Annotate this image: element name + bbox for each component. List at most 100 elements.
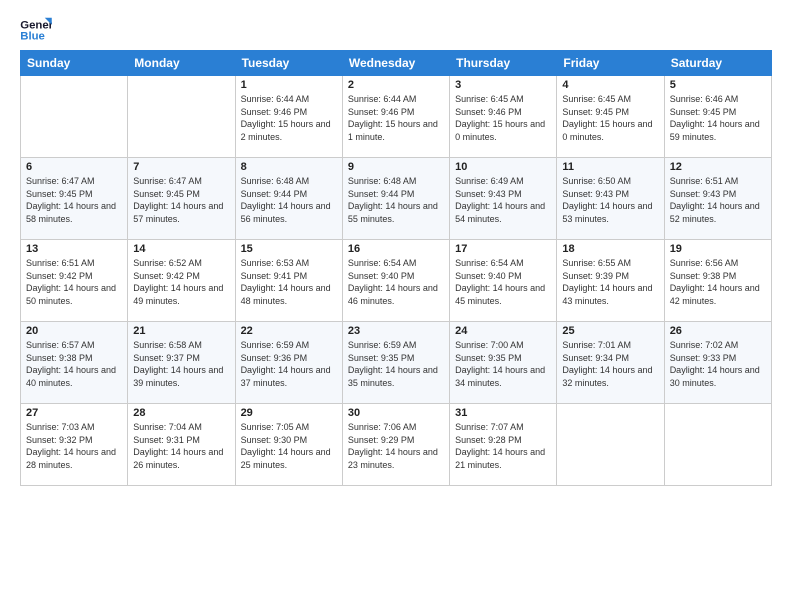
calendar-cell: 3 Sunrise: 6:45 AM Sunset: 9:46 PM Daylig… <box>450 76 557 158</box>
day-info: Sunrise: 6:48 AM Sunset: 9:44 PM Dayligh… <box>348 175 444 225</box>
calendar-cell: 15Sunrise: 6:53 AM Sunset: 9:41 PM Dayli… <box>235 240 342 322</box>
day-number: 2 <box>348 79 444 91</box>
header: General Blue <box>20 16 772 44</box>
day-number: 14 <box>133 243 229 255</box>
day-info: Sunrise: 7:05 AM Sunset: 9:30 PM Dayligh… <box>241 421 337 471</box>
calendar-cell: 14 Sunrise: 6:52 AM Sunset: 9:42 PM Dayli… <box>128 240 235 322</box>
day-number: 5 <box>670 79 766 91</box>
day-info: Sunrise: 7:03 AM Sunset: 9:32 PM Dayligh… <box>26 421 122 471</box>
header-tuesday: Tuesday <box>235 51 342 76</box>
calendar-cell: 9 Sunrise: 6:48 AM Sunset: 9:44 PM Daylig… <box>342 158 449 240</box>
calendar-week-3: 20 Sunrise: 6:57 AM Sunset: 9:38 PM Dayli… <box>21 322 772 404</box>
day-info: Sunrise: 7:02 AM Sunset: 9:33 PM Dayligh… <box>670 339 766 389</box>
calendar-cell: 4Sunrise: 6:45 AM Sunset: 9:45 PM Daylig… <box>557 76 664 158</box>
calendar-cell: 18Sunrise: 6:55 AM Sunset: 9:39 PM Dayli… <box>557 240 664 322</box>
day-info: Sunrise: 6:58 AM Sunset: 9:37 PM Dayligh… <box>133 339 229 389</box>
day-info: Sunrise: 6:50 AM Sunset: 9:43 PM Dayligh… <box>562 175 658 225</box>
day-info: Sunrise: 6:47 AM Sunset: 9:45 PM Dayligh… <box>26 175 122 225</box>
calendar-week-2: 13 Sunrise: 6:51 AM Sunset: 9:42 PM Dayli… <box>21 240 772 322</box>
calendar-cell: 21 Sunrise: 6:58 AM Sunset: 9:37 PM Dayli… <box>128 322 235 404</box>
calendar-cell: 12 Sunrise: 6:51 AM Sunset: 9:43 PM Dayli… <box>664 158 771 240</box>
header-friday: Friday <box>557 51 664 76</box>
day-number: 15 <box>241 243 337 255</box>
calendar-cell: 17Sunrise: 6:54 AM Sunset: 9:40 PM Dayli… <box>450 240 557 322</box>
day-number: 24 <box>455 325 551 337</box>
header-saturday: Saturday <box>664 51 771 76</box>
calendar-week-4: 27 Sunrise: 7:03 AM Sunset: 9:32 PM Dayli… <box>21 404 772 486</box>
calendar-cell <box>128 76 235 158</box>
calendar-cell: 8Sunrise: 6:48 AM Sunset: 9:44 PM Daylig… <box>235 158 342 240</box>
day-info: Sunrise: 6:46 AM Sunset: 9:45 PM Dayligh… <box>670 93 766 143</box>
day-number: 20 <box>26 325 122 337</box>
calendar-cell: 7 Sunrise: 6:47 AM Sunset: 9:45 PM Daylig… <box>128 158 235 240</box>
day-number: 31 <box>455 407 551 419</box>
calendar-cell: 11 Sunrise: 6:50 AM Sunset: 9:43 PM Dayli… <box>557 158 664 240</box>
day-number: 11 <box>562 161 658 173</box>
calendar-cell: 24 Sunrise: 7:00 AM Sunset: 9:35 PM Dayli… <box>450 322 557 404</box>
day-info: Sunrise: 6:45 AM Sunset: 9:46 PM Dayligh… <box>455 93 551 143</box>
day-info: Sunrise: 7:06 AM Sunset: 9:29 PM Dayligh… <box>348 421 444 471</box>
calendar-cell: 10Sunrise: 6:49 AM Sunset: 9:43 PM Dayli… <box>450 158 557 240</box>
calendar-cell: 23 Sunrise: 6:59 AM Sunset: 9:35 PM Dayli… <box>342 322 449 404</box>
calendar-cell: 20 Sunrise: 6:57 AM Sunset: 9:38 PM Dayli… <box>21 322 128 404</box>
calendar-cell: 29Sunrise: 7:05 AM Sunset: 9:30 PM Dayli… <box>235 404 342 486</box>
day-info: Sunrise: 6:57 AM Sunset: 9:38 PM Dayligh… <box>26 339 122 389</box>
calendar-cell: 28Sunrise: 7:04 AM Sunset: 9:31 PM Dayli… <box>128 404 235 486</box>
day-number: 4 <box>562 79 658 91</box>
day-number: 30 <box>348 407 444 419</box>
day-number: 8 <box>241 161 337 173</box>
day-number: 10 <box>455 161 551 173</box>
day-number: 13 <box>26 243 122 255</box>
day-number: 12 <box>670 161 766 173</box>
calendar-cell: 6 Sunrise: 6:47 AM Sunset: 9:45 PM Daylig… <box>21 158 128 240</box>
day-number: 27 <box>26 407 122 419</box>
day-number: 21 <box>133 325 229 337</box>
day-number: 22 <box>241 325 337 337</box>
header-monday: Monday <box>128 51 235 76</box>
calendar-header-row: Sunday Monday Tuesday Wednesday Thursday… <box>21 51 772 76</box>
calendar: Sunday Monday Tuesday Wednesday Thursday… <box>20 50 772 486</box>
day-number: 17 <box>455 243 551 255</box>
day-info: Sunrise: 6:54 AM Sunset: 9:40 PM Dayligh… <box>348 257 444 307</box>
calendar-cell: 13 Sunrise: 6:51 AM Sunset: 9:42 PM Dayli… <box>21 240 128 322</box>
page: General Blue Sunday Monday Tuesday Wedne… <box>0 0 792 612</box>
calendar-cell: 1Sunrise: 6:44 AM Sunset: 9:46 PM Daylig… <box>235 76 342 158</box>
day-number: 19 <box>670 243 766 255</box>
day-info: Sunrise: 6:51 AM Sunset: 9:42 PM Dayligh… <box>26 257 122 307</box>
calendar-cell: 19 Sunrise: 6:56 AM Sunset: 9:38 PM Dayli… <box>664 240 771 322</box>
day-number: 3 <box>455 79 551 91</box>
day-number: 26 <box>670 325 766 337</box>
day-info: Sunrise: 6:51 AM Sunset: 9:43 PM Dayligh… <box>670 175 766 225</box>
calendar-cell: 31Sunrise: 7:07 AM Sunset: 9:28 PM Dayli… <box>450 404 557 486</box>
day-info: Sunrise: 6:44 AM Sunset: 9:46 PM Dayligh… <box>348 93 444 143</box>
day-info: Sunrise: 6:52 AM Sunset: 9:42 PM Dayligh… <box>133 257 229 307</box>
calendar-cell: 22Sunrise: 6:59 AM Sunset: 9:36 PM Dayli… <box>235 322 342 404</box>
logo: General Blue <box>20 16 52 44</box>
day-info: Sunrise: 7:04 AM Sunset: 9:31 PM Dayligh… <box>133 421 229 471</box>
header-thursday: Thursday <box>450 51 557 76</box>
day-number: 7 <box>133 161 229 173</box>
header-wednesday: Wednesday <box>342 51 449 76</box>
day-info: Sunrise: 7:00 AM Sunset: 9:35 PM Dayligh… <box>455 339 551 389</box>
day-number: 16 <box>348 243 444 255</box>
calendar-cell: 26 Sunrise: 7:02 AM Sunset: 9:33 PM Dayli… <box>664 322 771 404</box>
day-info: Sunrise: 7:01 AM Sunset: 9:34 PM Dayligh… <box>562 339 658 389</box>
calendar-cell: 30 Sunrise: 7:06 AM Sunset: 9:29 PM Dayli… <box>342 404 449 486</box>
calendar-cell <box>557 404 664 486</box>
day-info: Sunrise: 6:56 AM Sunset: 9:38 PM Dayligh… <box>670 257 766 307</box>
day-number: 25 <box>562 325 658 337</box>
logo-icon: General Blue <box>20 16 52 44</box>
day-info: Sunrise: 6:47 AM Sunset: 9:45 PM Dayligh… <box>133 175 229 225</box>
calendar-cell <box>21 76 128 158</box>
calendar-cell: 16 Sunrise: 6:54 AM Sunset: 9:40 PM Dayli… <box>342 240 449 322</box>
day-number: 9 <box>348 161 444 173</box>
day-number: 6 <box>26 161 122 173</box>
day-info: Sunrise: 6:59 AM Sunset: 9:35 PM Dayligh… <box>348 339 444 389</box>
day-number: 23 <box>348 325 444 337</box>
header-sunday: Sunday <box>21 51 128 76</box>
calendar-week-1: 6 Sunrise: 6:47 AM Sunset: 9:45 PM Daylig… <box>21 158 772 240</box>
calendar-cell: 27 Sunrise: 7:03 AM Sunset: 9:32 PM Dayli… <box>21 404 128 486</box>
day-number: 1 <box>241 79 337 91</box>
svg-text:Blue: Blue <box>20 31 45 43</box>
svg-text:General: General <box>20 19 52 31</box>
